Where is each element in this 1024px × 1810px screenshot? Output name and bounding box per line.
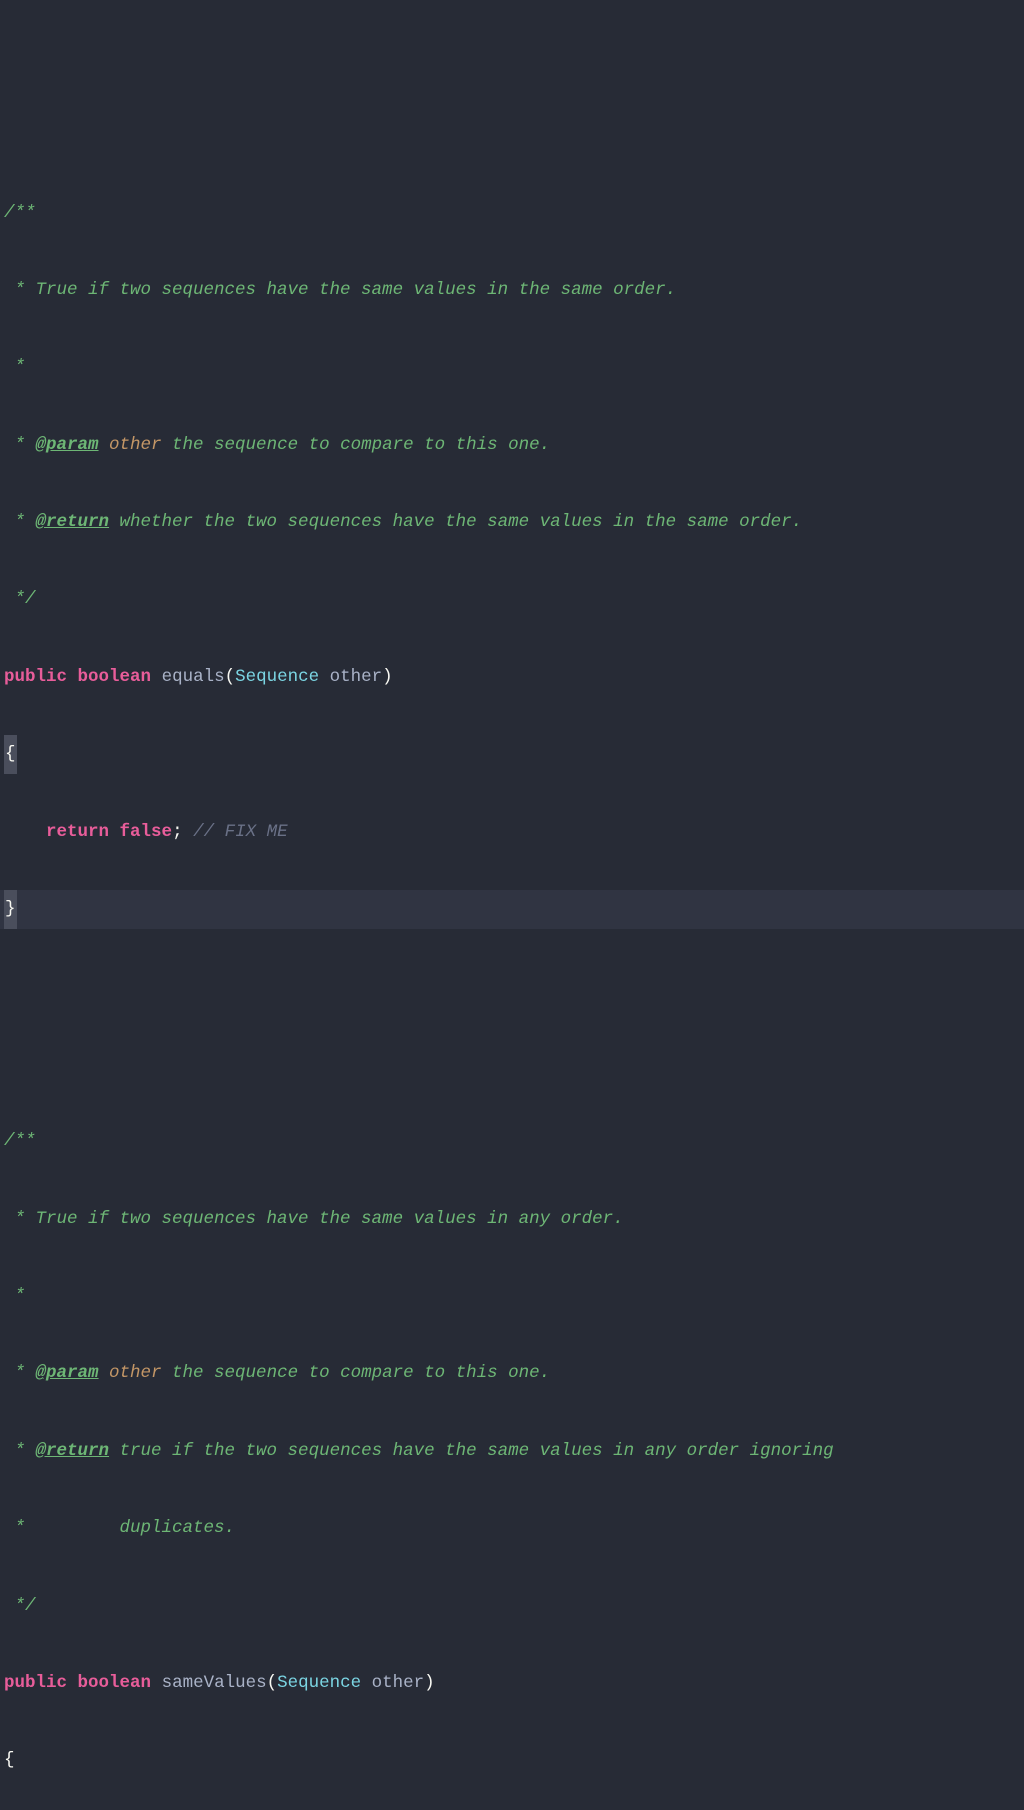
arg-name: other bbox=[372, 1673, 425, 1693]
code-line: { bbox=[0, 1741, 1024, 1780]
javadoc-return-cont: * duplicates. bbox=[4, 1518, 235, 1538]
keyword-public: public bbox=[4, 1673, 67, 1693]
javadoc-open: /** bbox=[4, 203, 36, 223]
method-name: equals bbox=[162, 667, 225, 687]
javadoc-close: */ bbox=[4, 589, 36, 609]
javadoc-param-name: other bbox=[99, 435, 162, 455]
keyword-boolean: boolean bbox=[78, 1673, 152, 1693]
javadoc-open: /** bbox=[4, 1131, 36, 1151]
javadoc-blank: * bbox=[4, 1286, 25, 1306]
fixme-comment: // FIX ME bbox=[183, 822, 288, 842]
javadoc-return-desc: whether the two sequences have the same … bbox=[109, 512, 802, 532]
code-line: /** bbox=[0, 194, 1024, 233]
code-line bbox=[0, 1045, 1024, 1084]
code-line bbox=[0, 967, 1024, 1006]
javadoc-blank: * bbox=[4, 357, 25, 377]
code-line: { bbox=[0, 735, 1024, 774]
javadoc-param-desc: the sequence to compare to this one. bbox=[162, 1363, 551, 1383]
brace-open: { bbox=[4, 1750, 15, 1770]
code-line: return false; // FIX ME bbox=[0, 813, 1024, 852]
arg-type: Sequence bbox=[277, 1673, 361, 1693]
code-line: */ bbox=[0, 1587, 1024, 1626]
code-line: */ bbox=[0, 580, 1024, 619]
code-line: * bbox=[0, 348, 1024, 387]
keyword-boolean: boolean bbox=[78, 667, 152, 687]
javadoc-param-tag: @param bbox=[36, 435, 99, 455]
code-line: /** bbox=[0, 1122, 1024, 1161]
method-name: sameValues bbox=[162, 1673, 267, 1693]
javadoc-return-tag: @return bbox=[36, 512, 110, 532]
javadoc-close: */ bbox=[4, 1596, 36, 1616]
current-line[interactable]: } bbox=[0, 890, 1024, 929]
javadoc-param-name: other bbox=[99, 1363, 162, 1383]
code-line: * True if two sequences have the same va… bbox=[0, 271, 1024, 310]
code-line: public boolean sameValues(Sequence other… bbox=[0, 1664, 1024, 1703]
code-line: * @param other the sequence to compare t… bbox=[0, 426, 1024, 465]
javadoc-desc: * True if two sequences have the same va… bbox=[4, 1209, 624, 1229]
javadoc-param-tag: @param bbox=[36, 1363, 99, 1383]
javadoc-return-desc: true if the two sequences have the same … bbox=[109, 1441, 834, 1461]
code-line: * @return true if the two sequences have… bbox=[0, 1432, 1024, 1471]
code-line: * duplicates. bbox=[0, 1509, 1024, 1548]
code-line: * True if two sequences have the same va… bbox=[0, 1200, 1024, 1239]
arg-type: Sequence bbox=[235, 667, 319, 687]
code-line: * bbox=[0, 1277, 1024, 1316]
javadoc-return-tag: @return bbox=[36, 1441, 110, 1461]
code-editor[interactable]: /** * True if two sequences have the sam… bbox=[0, 155, 1024, 1810]
arg-name: other bbox=[330, 667, 383, 687]
keyword-false: false bbox=[120, 822, 173, 842]
matching-brace-close: } bbox=[4, 890, 17, 929]
keyword-public: public bbox=[4, 667, 67, 687]
javadoc-param-desc: the sequence to compare to this one. bbox=[162, 435, 551, 455]
keyword-return: return bbox=[46, 822, 109, 842]
matching-brace-open: { bbox=[4, 735, 17, 774]
code-line: * @param other the sequence to compare t… bbox=[0, 1354, 1024, 1393]
code-line: public boolean equals(Sequence other) bbox=[0, 658, 1024, 697]
javadoc-desc: * True if two sequences have the same va… bbox=[4, 280, 676, 300]
code-line: * @return whether the two sequences have… bbox=[0, 503, 1024, 542]
